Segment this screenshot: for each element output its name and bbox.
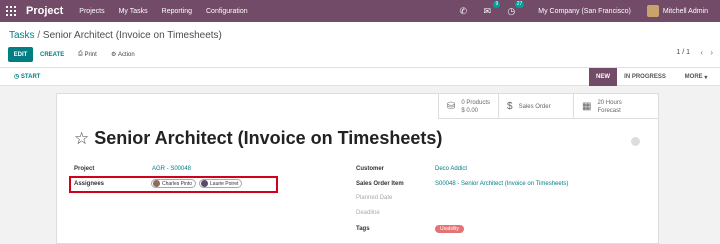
- customer-link[interactable]: Deco Addict: [435, 166, 467, 172]
- breadcrumb-separator: /: [37, 30, 41, 41]
- print-menu[interactable]: ⎙ Print: [78, 47, 97, 62]
- star-icon[interactable]: ☆: [74, 129, 89, 149]
- assignee-name: Laurie Poiret: [210, 180, 239, 187]
- forecast-smart-button[interactable]: ▦ 20 Hours Forecast: [573, 94, 658, 119]
- sales-order-label: Sales Order: [518, 103, 551, 110]
- clock-icon: ◷: [14, 74, 21, 80]
- action-label: Action: [118, 51, 135, 58]
- start-label: START: [20, 74, 41, 80]
- deadline-label: Deadline: [356, 210, 380, 216]
- stage-more[interactable]: MORE ▾: [676, 68, 716, 86]
- assignees-label: Assignees: [74, 181, 105, 187]
- phone-icon[interactable]: ✆: [456, 4, 470, 18]
- sales-order-item-link[interactable]: S00048 - Senior Architect (Invoice on Ti…: [435, 181, 568, 187]
- status-bar: ◷ START NEW IN PROGRESS MORE ▾: [0, 68, 720, 86]
- stage-in-progress[interactable]: IN PROGRESS: [620, 68, 670, 86]
- stage-new[interactable]: NEW: [589, 68, 617, 86]
- smart-button-box: ⛁ 0 Products $ 0.00 $ Sales Order ▦ 20 H…: [437, 94, 658, 119]
- action-menu[interactable]: ⚙ Action: [111, 47, 135, 62]
- start-timer-button[interactable]: ◷ START: [14, 73, 40, 80]
- project-link[interactable]: AGR - S00048: [152, 166, 191, 172]
- products-count: 0 Products: [461, 99, 490, 106]
- gear-icon: ⚙: [111, 52, 119, 58]
- user-menu[interactable]: Mitchell Admin: [663, 8, 708, 15]
- sales-order-item-label: Sales Order Item: [356, 181, 404, 187]
- app-menu-icon[interactable]: [0, 0, 22, 22]
- assignees-field[interactable]: Charles Pinto Laurie Poiret: [151, 179, 245, 188]
- truck-icon: ⛁: [446, 101, 456, 112]
- control-panel: Tasks / Senior Architect (Invoice on Tim…: [0, 22, 720, 68]
- breadcrumb-current: Senior Architect (Invoice on Timesheets): [42, 30, 222, 41]
- project-label: Project: [74, 166, 95, 172]
- menu-my-tasks[interactable]: My Tasks: [119, 8, 148, 15]
- chevron-right-icon[interactable]: ›: [710, 48, 713, 57]
- assignee-chip[interactable]: Laurie Poiret: [199, 179, 243, 188]
- avatar: [201, 180, 209, 187]
- edit-button[interactable]: EDIT: [8, 47, 33, 62]
- menu-projects[interactable]: Projects: [79, 8, 104, 15]
- menu-reporting[interactable]: Reporting: [162, 8, 192, 15]
- kanban-state-icon[interactable]: [631, 137, 640, 146]
- sales-order-smart-button[interactable]: $ Sales Order: [498, 94, 573, 119]
- app-title[interactable]: Project: [26, 5, 63, 17]
- print-label: Print: [84, 51, 97, 58]
- activities-badge: 27: [514, 1, 525, 8]
- activities-icon[interactable]: ◷ 27: [504, 1, 525, 18]
- company-switcher[interactable]: My Company (San Francisco): [538, 8, 631, 15]
- create-button[interactable]: CREATE: [40, 47, 64, 62]
- form-sheet: ⛁ 0 Products $ 0.00 $ Sales Order ▦ 20 H…: [56, 93, 659, 244]
- customer-label: Customer: [356, 166, 385, 172]
- breadcrumb-tasks-link[interactable]: Tasks: [9, 30, 35, 41]
- dollar-icon: $: [507, 101, 513, 112]
- main-navbar: Project Projects My Tasks Reporting Conf…: [0, 0, 720, 22]
- stage-more-label: MORE: [684, 74, 703, 80]
- chevron-left-icon[interactable]: ‹: [700, 48, 703, 57]
- planned-date-label: Planned Date: [356, 195, 393, 201]
- task-title: Senior Architect (Invoice on Timesheets): [94, 128, 443, 148]
- assignee-chip[interactable]: Charles Pinto: [151, 179, 197, 188]
- pager-value[interactable]: 1 / 1: [676, 49, 690, 56]
- products-amount: $ 0.00: [461, 107, 478, 114]
- chevron-down-icon: ▾: [702, 74, 708, 81]
- calendar-icon: ▦: [582, 101, 592, 112]
- user-avatar[interactable]: [646, 5, 659, 17]
- forecast-label: Forecast: [597, 107, 621, 114]
- breadcrumb: Tasks / Senior Architect (Invoice on Tim…: [9, 30, 222, 41]
- avatar: [153, 180, 160, 187]
- menu-configuration[interactable]: Configuration: [206, 8, 248, 15]
- assignee-name: Charles Pinto: [162, 180, 193, 187]
- tags-label: Tags: [356, 226, 370, 232]
- products-smart-button[interactable]: ⛁ 0 Products $ 0.00: [437, 94, 498, 119]
- tag-chip-usability[interactable]: Usability: [435, 225, 464, 233]
- task-title-row: ☆ Senior Architect (Invoice on Timesheet…: [74, 128, 442, 149]
- forecast-hours: 20 Hours: [597, 99, 622, 106]
- messages-badge: 9: [493, 1, 501, 8]
- messages-icon[interactable]: ✉ 9: [480, 1, 501, 18]
